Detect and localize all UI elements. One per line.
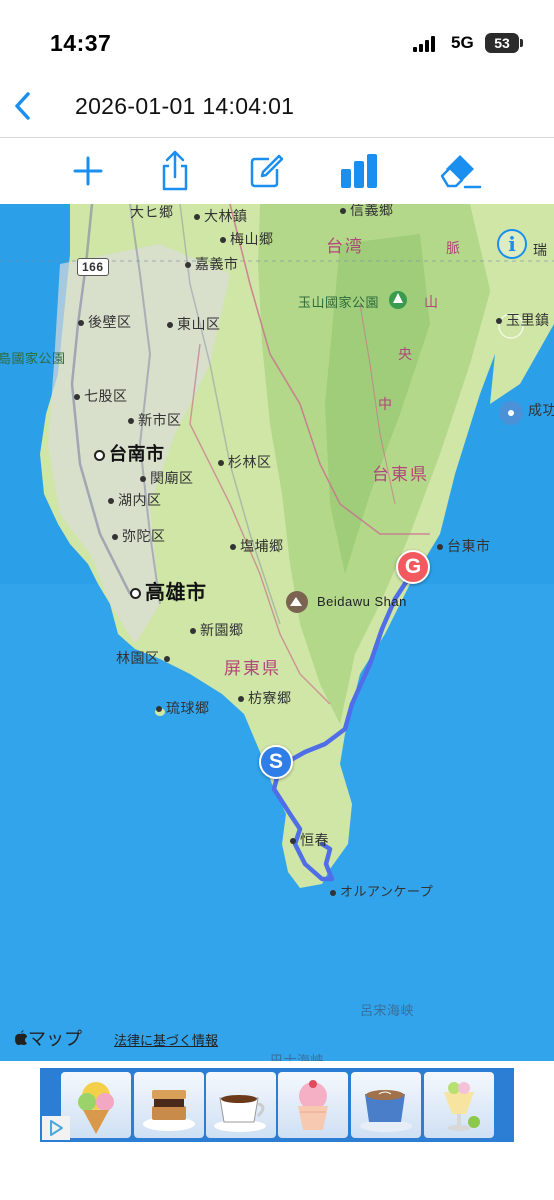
ad-banner[interactable] <box>40 1068 514 1142</box>
map-label: 島國家公園 <box>0 351 66 366</box>
map-view[interactable]: i 大ヒ郷 大林鎮 梅山郷 嘉義市 信義郷 台湾 166 玉山國家公園 後壁区 … <box>0 204 554 1061</box>
status-time: 14:37 <box>50 30 112 56</box>
edit-icon <box>250 154 284 188</box>
smores-icon <box>134 1072 204 1138</box>
map-label: 央 <box>398 346 413 362</box>
map-label: 台南市 <box>94 440 165 466</box>
plus-icon <box>73 156 103 186</box>
cupcake-icon <box>278 1072 348 1138</box>
map-label: 瑞 <box>533 242 548 258</box>
ice-cream-cone-icon <box>61 1072 131 1138</box>
map-label: Beidawu Shan <box>317 594 407 609</box>
map-label: 玉里鎮 <box>496 310 550 330</box>
apple-logo-icon <box>15 1030 27 1045</box>
map-label: 梅山郷 <box>220 229 274 249</box>
legal-link[interactable]: 法律に基づく情報 <box>114 1030 218 1049</box>
map-label: 台東県 <box>372 465 429 484</box>
back-button[interactable] <box>8 86 40 126</box>
share-button[interactable] <box>153 149 197 193</box>
map-label: 関廟区 <box>140 468 194 488</box>
maps-attribution: マップ <box>14 1025 82 1051</box>
map-label: 呂宋海峡 <box>360 1003 415 1018</box>
signal-icon <box>413 36 439 52</box>
chevron-left-icon <box>15 92 30 120</box>
chart-button[interactable] <box>338 149 382 193</box>
battery-icon: 53 <box>485 33 523 53</box>
map-label: 信義郷 <box>340 204 394 220</box>
share-icon <box>162 150 188 191</box>
map-label: 嘉義市 <box>185 254 239 274</box>
ad-choices-button[interactable] <box>42 1116 70 1140</box>
map-label: 塩埔郷 <box>230 536 284 556</box>
map-label: 湖内区 <box>108 490 162 510</box>
map-label: 山 <box>424 294 439 310</box>
parfait-icon <box>424 1072 494 1138</box>
latte-icon <box>351 1072 421 1138</box>
eraser-button[interactable] <box>438 149 482 193</box>
road-shield: 166 <box>77 258 109 276</box>
status-bar: 14:37 5G 53 <box>0 0 554 70</box>
add-button[interactable] <box>66 149 110 193</box>
map-label: 林園区 <box>116 648 174 668</box>
start-marker[interactable]: S <box>259 745 293 779</box>
map-label: 台湾 <box>326 237 364 256</box>
network-label: 5G <box>451 33 474 52</box>
map-terrain <box>0 204 554 1061</box>
toolbar <box>0 139 554 203</box>
map-label: 脈 <box>446 240 461 256</box>
coffee-cup-icon <box>206 1072 276 1138</box>
page-title: 2026-01-01 14:04:01 <box>75 93 295 119</box>
map-label: 巴士海峡 <box>270 1053 325 1061</box>
map-label: 枋寮郷 <box>238 688 292 708</box>
map-label: 成功 <box>528 402 554 418</box>
eraser-icon <box>440 155 482 189</box>
edit-button[interactable] <box>243 149 287 193</box>
map-label: 新園郷 <box>190 620 244 640</box>
map-label: 玉山國家公園 <box>298 295 380 310</box>
map-label: 七股区 <box>74 386 128 406</box>
map-label: 中 <box>378 396 393 412</box>
ad-choices-icon <box>50 1120 63 1136</box>
map-label: 琉球郷 <box>156 698 210 718</box>
goal-marker[interactable]: G <box>396 550 430 584</box>
map-label: 後壁区 <box>78 312 132 332</box>
map-label: オルアンケープ <box>330 881 433 900</box>
map-label: 高雄市 <box>130 576 207 605</box>
map-label: 屏東県 <box>224 659 281 678</box>
map-label: 大ヒ郷 <box>130 204 174 220</box>
info-button[interactable]: i <box>497 229 527 259</box>
map-label: 東山区 <box>167 314 221 334</box>
map-label: 杉林区 <box>218 452 272 472</box>
map-label: 大林鎮 <box>194 206 248 226</box>
nav-bar: 2026-01-01 14:04:01 <box>0 72 554 138</box>
map-label: 弥陀区 <box>112 526 166 546</box>
chart-icon <box>341 154 377 188</box>
map-label: 台東市 <box>437 536 491 556</box>
map-label: 恒春 <box>290 830 329 850</box>
map-label: 新市区 <box>128 410 182 430</box>
